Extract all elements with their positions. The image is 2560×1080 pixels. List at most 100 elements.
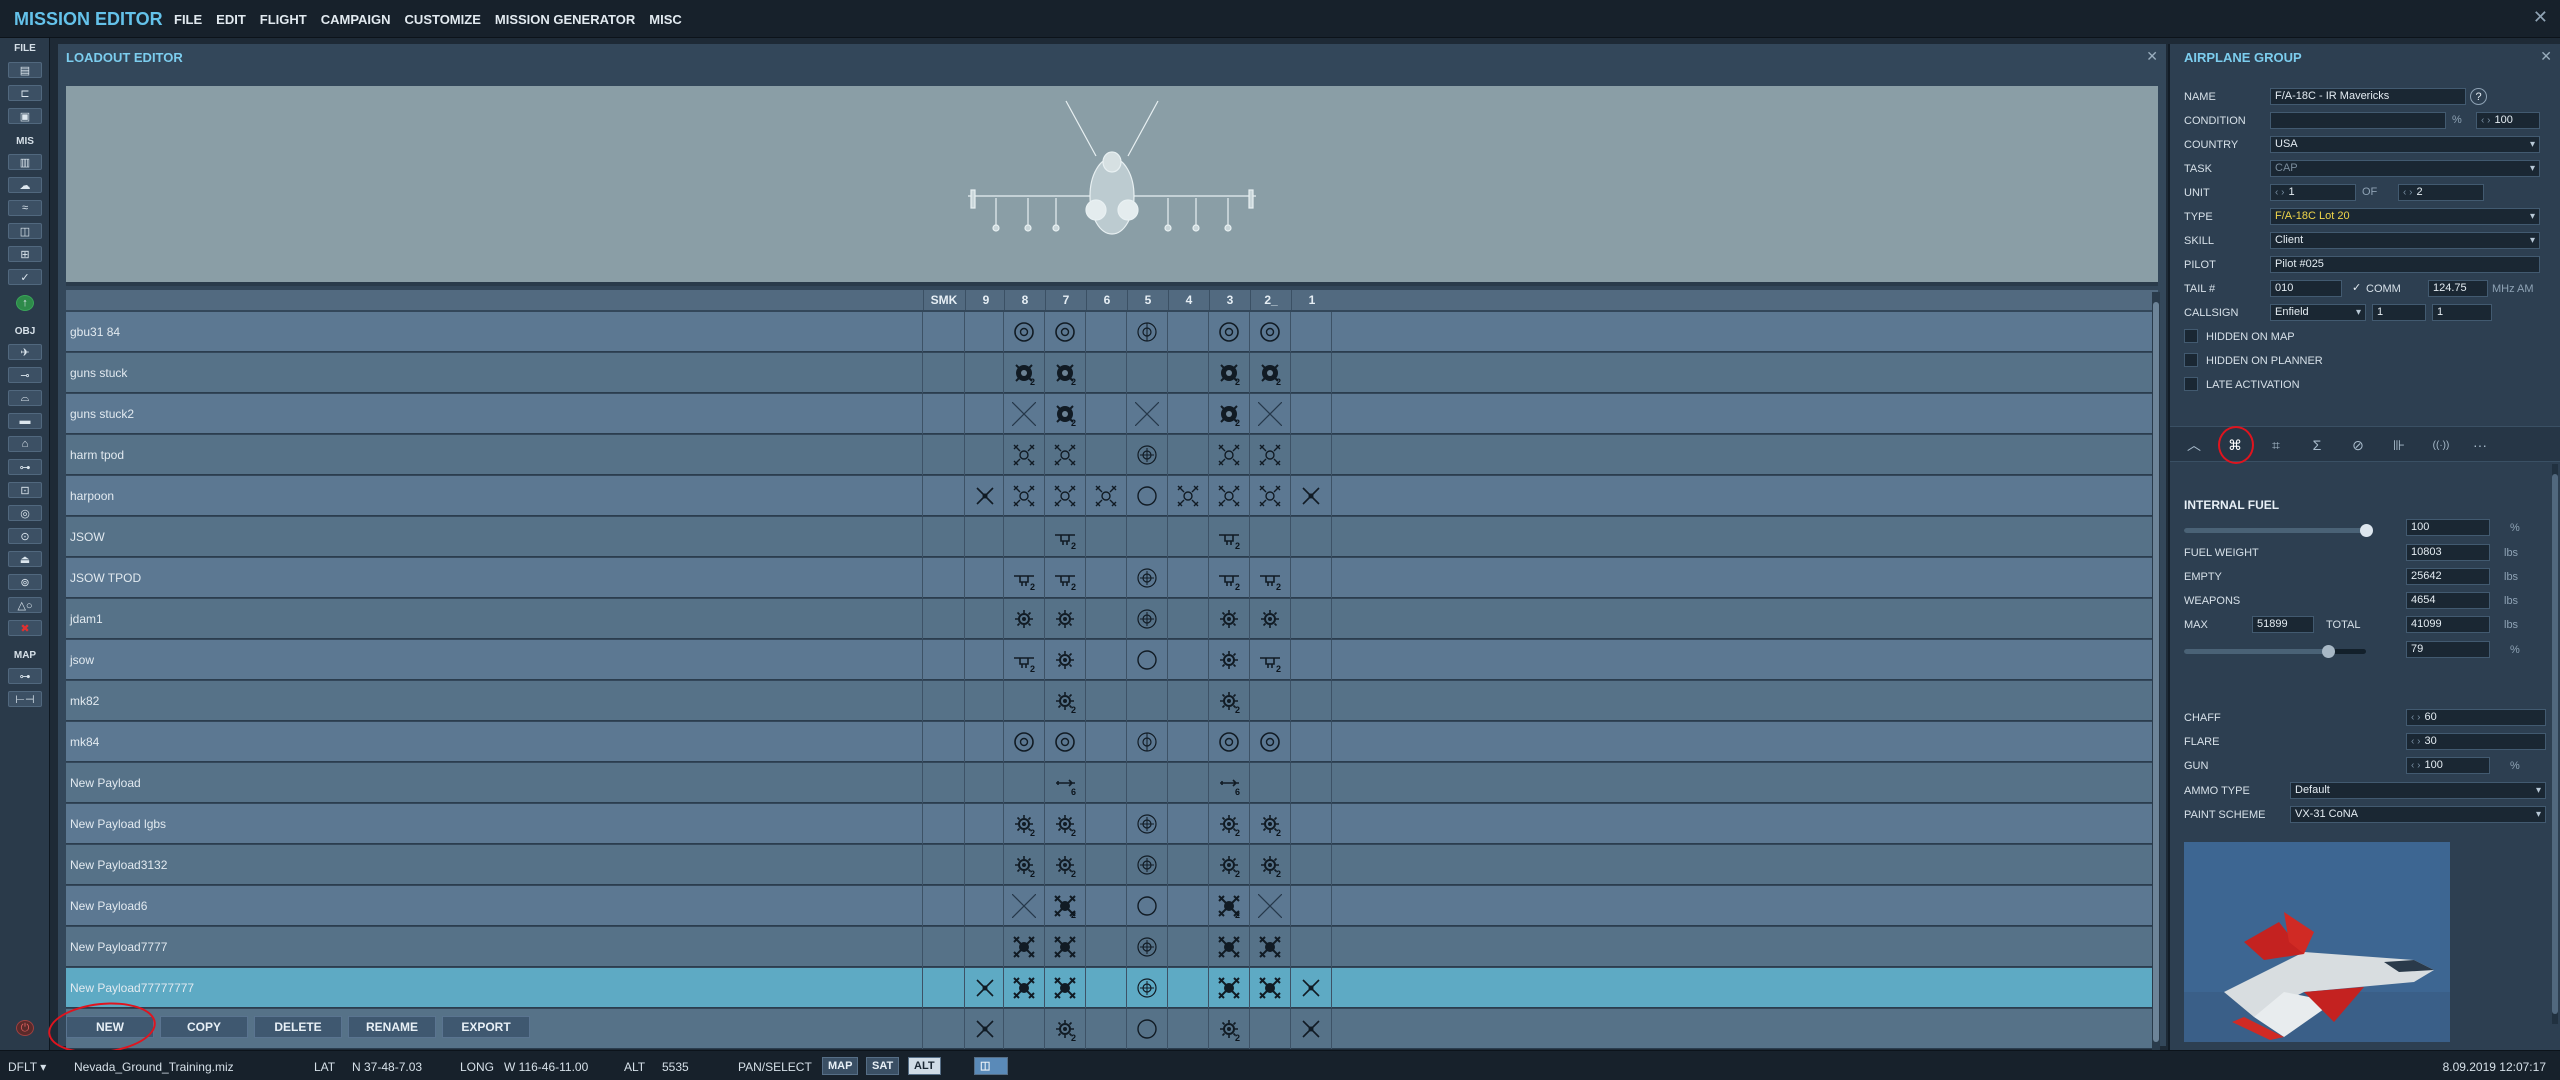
pylon-1-weapon-icon[interactable]	[1299, 1017, 1323, 1041]
pylon-7-weapon-icon[interactable]	[1053, 730, 1077, 754]
save-mission-icon[interactable]: ▣	[8, 108, 42, 124]
flare-input[interactable]: 30	[2406, 733, 2546, 750]
open-mission-icon[interactable]: ⊏	[8, 85, 42, 101]
pylon-5-weapon-icon[interactable]	[1135, 320, 1159, 344]
sat-mode-button[interactable]: SAT	[866, 1057, 900, 1075]
rename-payload-button[interactable]: RENAME	[348, 1016, 436, 1038]
export-payload-button[interactable]: EXPORT	[442, 1016, 530, 1038]
pylon-1-weapon-icon[interactable]	[1299, 976, 1323, 1000]
nav-point-icon[interactable]: ⏏	[8, 551, 42, 567]
pylon-7-weapon-icon[interactable]	[1053, 607, 1077, 631]
payload-row[interactable]: New Payload6 2 2	[66, 886, 2158, 926]
paint-scheme-select[interactable]: VX-31 CoNA	[2290, 806, 2546, 823]
payload-row[interactable]: mk84	[66, 722, 2158, 762]
map-options-icon[interactable]: ≈	[8, 200, 42, 216]
pylon-2-weapon-icon[interactable]	[1258, 320, 1282, 344]
alt-mode-button[interactable]: ALT	[908, 1057, 941, 1075]
pylon-8-weapon-icon[interactable]	[1012, 320, 1036, 344]
payload-row[interactable]: JSOW TPOD 2 2 2 2	[66, 558, 2158, 598]
static-object-icon[interactable]: ⌂	[8, 436, 42, 452]
helicopter-group-icon[interactable]: ⊸	[8, 367, 42, 383]
pylon-8-weapon-icon[interactable]	[1012, 730, 1036, 754]
unit-input[interactable]: 1	[2270, 184, 2356, 201]
payload-scroll-thumb[interactable]	[2153, 302, 2159, 1042]
pylon-3-weapon-icon[interactable]	[1217, 976, 1241, 1000]
payload-row[interactable]: JSOW 2 2	[66, 517, 2158, 557]
menu-file[interactable]: FILE	[174, 12, 202, 27]
fuel-slider-thumb[interactable]	[2360, 524, 2373, 537]
pylon-5-weapon-icon[interactable]	[1135, 566, 1159, 590]
callsign-number-1[interactable]: 1	[2372, 304, 2426, 321]
hidden-on-map-checkbox[interactable]	[2184, 329, 2198, 343]
datalink-icon[interactable]: ⊪	[2389, 435, 2409, 455]
group-scroll-thumb[interactable]	[2552, 474, 2558, 1014]
target-icon[interactable]: ⊙	[8, 528, 42, 544]
summary-icon[interactable]: Σ	[2307, 435, 2327, 455]
pylon-5-weapon-icon[interactable]	[1135, 1017, 1159, 1041]
group-panel-scrollbar[interactable]	[2552, 464, 2558, 1024]
pilot-input[interactable]: Pilot #025	[2270, 256, 2540, 273]
menu-edit[interactable]: EDIT	[216, 12, 246, 27]
menu-flight[interactable]: FLIGHT	[260, 12, 307, 27]
delete-payload-button[interactable]: DELETE	[254, 1016, 342, 1038]
pylon-9-weapon-icon[interactable]	[973, 1017, 997, 1041]
payload-row[interactable]: mk82 2 2	[66, 681, 2158, 721]
delete-object-icon[interactable]: ✖	[8, 620, 42, 636]
airplane-group-icon[interactable]: ✈	[8, 344, 42, 360]
map-layer-icon[interactable]: ◫	[974, 1057, 1008, 1075]
radio-icon[interactable]: ((·))	[2426, 435, 2456, 455]
route-icon[interactable]: ︿	[2184, 435, 2204, 455]
pylon-8-weapon-icon[interactable]	[1012, 607, 1036, 631]
pylon-2-weapon-icon[interactable]	[1258, 607, 1282, 631]
ammo-type-select[interactable]: Default	[2290, 782, 2546, 799]
payload-row[interactable]: New Payload lgbs 2 2 2 2	[66, 804, 2158, 844]
group-link-icon[interactable]: ⊚	[8, 574, 42, 590]
payload-row[interactable]: New Payload3132 2 2 2 2	[66, 845, 2158, 885]
gun-input[interactable]: 100	[2406, 757, 2490, 774]
map-mode-button[interactable]: MAP	[822, 1057, 859, 1075]
pylon-8-weapon-icon[interactable]	[1012, 976, 1036, 1000]
pylon-5-weapon-icon[interactable]	[1135, 853, 1159, 877]
hidden-on-planner-checkbox[interactable]	[2184, 353, 2198, 367]
pylon-4-weapon-icon[interactable]	[1176, 484, 1200, 508]
pylon-8-weapon-icon[interactable]	[1012, 935, 1036, 959]
payload-row[interactable]: New Payload7777	[66, 927, 2158, 967]
menu-campaign[interactable]: CAMPAIGN	[321, 12, 391, 27]
pylon-8-weapon-icon[interactable]	[1011, 893, 1037, 919]
pylon-5-weapon-icon[interactable]	[1135, 443, 1159, 467]
pylon-8-weapon-icon[interactable]	[1011, 401, 1037, 427]
vehicle-group-icon[interactable]: ▬	[8, 413, 42, 429]
more-icon[interactable]: ···	[2470, 435, 2490, 455]
window-close-icon[interactable]: ✕	[2533, 7, 2548, 28]
pylon-5-weapon-icon[interactable]	[1135, 935, 1159, 959]
menu-customize[interactable]: CUSTOMIZE	[405, 12, 481, 27]
fuel-slider-track[interactable]	[2184, 524, 2373, 537]
load-slider-track[interactable]	[2184, 645, 2366, 658]
weather-icon[interactable]: ☁	[8, 177, 42, 193]
chaff-input[interactable]: 60	[2406, 709, 2546, 726]
pylon-2-weapon-icon[interactable]	[1258, 484, 1282, 508]
profile-select[interactable]: DFLT ▾	[8, 1060, 46, 1074]
help-icon[interactable]: ?	[2470, 88, 2487, 105]
pylon-3-weapon-icon[interactable]	[1217, 484, 1241, 508]
pylon-2-weapon-icon[interactable]	[1258, 935, 1282, 959]
skill-select[interactable]: Client	[2270, 232, 2540, 249]
pylon-3-weapon-icon[interactable]	[1217, 935, 1241, 959]
pylon-5-weapon-icon[interactable]	[1135, 484, 1159, 508]
pylon-2-weapon-icon[interactable]	[1257, 401, 1283, 427]
trigger-icon[interactable]: ◫	[8, 223, 42, 239]
pylon-7-weapon-icon[interactable]	[1053, 443, 1077, 467]
fly-mission-icon[interactable]: ↑	[16, 295, 34, 311]
country-select[interactable]: USA	[2270, 136, 2540, 153]
pylon-9-weapon-icon[interactable]	[973, 976, 997, 1000]
payload-row[interactable]: harpoon	[66, 476, 2158, 516]
type-select[interactable]: F/A-18C Lot 20	[2270, 208, 2540, 225]
condition-input[interactable]: 100	[2476, 112, 2540, 129]
pylon-5-weapon-icon[interactable]	[1135, 976, 1159, 1000]
condition-bar[interactable]	[2270, 112, 2446, 129]
pylon-2-weapon-icon[interactable]	[1258, 443, 1282, 467]
task-select[interactable]: CAP	[2270, 160, 2540, 177]
pylon-8-weapon-icon[interactable]	[1012, 443, 1036, 467]
shapes-icon[interactable]: △○	[8, 597, 42, 613]
pylon-7-weapon-icon[interactable]	[1053, 648, 1077, 672]
